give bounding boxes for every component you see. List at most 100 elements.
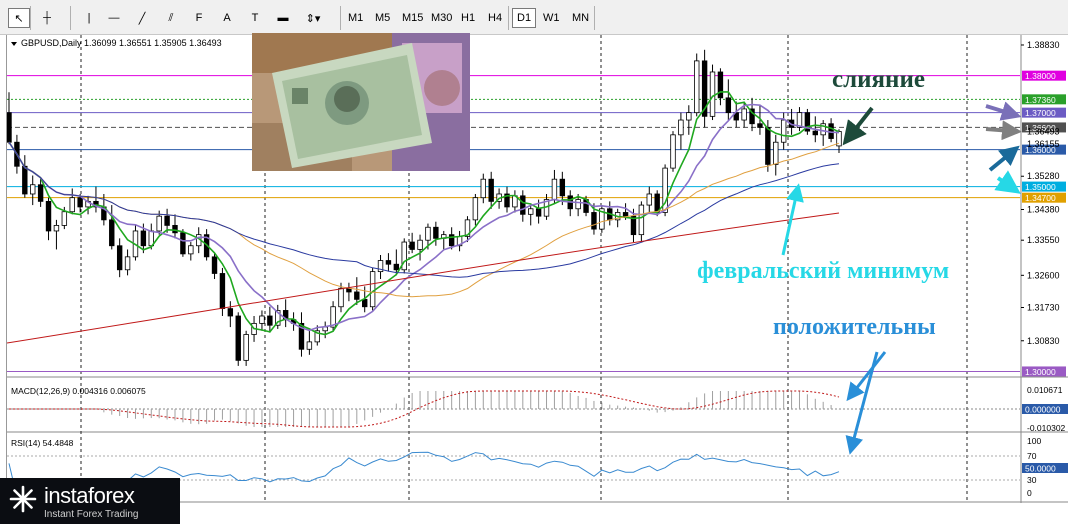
rsi-y-label: 30	[1027, 475, 1037, 485]
candle-bear	[235, 315, 241, 361]
level-price-label: 1.35000	[1025, 182, 1056, 192]
text-label-icon[interactable]: T	[244, 8, 266, 28]
symbol-dropdown-icon	[11, 42, 17, 46]
timeframe-mn[interactable]: MN	[568, 8, 593, 28]
channel-icon[interactable]: ⫽	[160, 8, 182, 28]
candle-bear	[433, 226, 439, 239]
candle-bear	[362, 298, 368, 308]
level-price-label: 1.37000	[1025, 108, 1056, 118]
candle-bear	[535, 208, 542, 217]
candle-bull	[30, 184, 36, 195]
rsi-y-label: 70	[1027, 451, 1037, 461]
candle-bear	[227, 308, 234, 317]
candle-bear	[140, 230, 147, 247]
candle-bull	[417, 239, 423, 250]
timeframe-h4[interactable]: H4	[484, 8, 506, 28]
candle-bull	[741, 108, 747, 121]
rectangle-icon[interactable]: ▬	[272, 8, 294, 28]
rsi-y-label: 0	[1027, 488, 1032, 498]
toolbar-separator	[70, 6, 71, 30]
rsi-y-label: 100	[1027, 436, 1041, 446]
candle-bear	[812, 130, 818, 136]
candle-bull	[124, 256, 131, 271]
brand-name: instaforex	[44, 483, 135, 508]
crosshair-icon[interactable]: ┼	[36, 8, 58, 28]
instaforex-mark-icon	[9, 485, 37, 513]
trendline-icon[interactable]: ╱	[131, 8, 153, 28]
candle-bear	[219, 273, 226, 310]
toolbar-separator	[340, 6, 341, 30]
annotation-positive: положительны	[773, 314, 936, 340]
macd-y-label: 0.000000	[1025, 405, 1061, 415]
level-price-label: 1.38000	[1025, 71, 1056, 81]
vertical-line-icon[interactable]: |	[78, 8, 100, 28]
timeframe-h1[interactable]: H1	[457, 8, 479, 28]
candle-bear	[6, 112, 12, 143]
timeframe-m30[interactable]: M30	[427, 8, 456, 28]
candle-bull	[780, 119, 787, 143]
brand-tagline: Instant Forex Trading	[44, 509, 139, 520]
candle-bear	[622, 212, 629, 217]
candle-bear	[488, 178, 494, 202]
timeframe-m5[interactable]: M5	[371, 8, 394, 28]
candle-bear	[211, 256, 218, 274]
toolbar-separator	[30, 6, 31, 30]
instaforex-logo: instaforex Instant Forex Trading	[0, 478, 180, 524]
candle-bull	[709, 71, 716, 117]
candle-bull	[369, 271, 376, 308]
y-tick-label: 1.34380	[1027, 205, 1060, 215]
rsi-label: RSI(14) 54.4848	[11, 438, 74, 448]
candle-bull	[773, 141, 779, 165]
candle-bull	[694, 60, 700, 114]
candle-bear	[172, 225, 178, 234]
candle-bull	[646, 193, 652, 206]
macd-y-label: 0.010671	[1027, 385, 1063, 395]
candle-bull	[678, 119, 684, 136]
candle-bull	[156, 215, 162, 232]
arrows-menu-icon[interactable]: ⇕▾	[302, 8, 324, 28]
horizontal-line-icon[interactable]: —	[103, 8, 125, 28]
cursor-icon[interactable]: ↖	[8, 8, 30, 28]
timeframe-d1[interactable]: D1	[512, 8, 537, 28]
symbol-header: GBPUSD,Daily 1.36099 1.36551 1.35905 1.3…	[21, 38, 222, 48]
candle-bear	[109, 219, 115, 247]
macd-y-label: -0.010302	[1027, 423, 1066, 433]
candle-bear	[717, 71, 724, 99]
candle-bear	[591, 212, 597, 230]
timeframe-m1[interactable]: M1	[344, 8, 367, 28]
banknotes-photo	[252, 33, 470, 171]
timeframe-m15[interactable]: M15	[398, 8, 427, 28]
candle-bull	[243, 334, 249, 361]
fibonacci-icon[interactable]: F	[188, 8, 210, 28]
candle-bull	[551, 178, 558, 200]
timeframe-w1[interactable]: W1	[539, 8, 564, 28]
candle-bear	[22, 165, 28, 195]
candle-bull	[686, 112, 692, 121]
text-tool-icon[interactable]: A	[216, 8, 238, 28]
candle-bull	[480, 178, 486, 199]
candle-bear	[354, 291, 360, 300]
candle-bull	[259, 315, 265, 324]
candle-bear	[725, 97, 732, 114]
candle-bull	[61, 211, 68, 226]
candle-bear	[385, 260, 392, 265]
candle-bull	[528, 208, 534, 215]
candle-bear	[765, 127, 771, 165]
candle-bull	[575, 199, 581, 210]
candle-bear	[757, 123, 763, 128]
level-price-label: 1.30000	[1025, 367, 1056, 377]
candle-bull	[69, 197, 75, 213]
candle-bear	[37, 184, 44, 202]
candle-bear	[77, 197, 83, 208]
candle-bull	[338, 287, 344, 308]
candle-bull	[472, 197, 479, 221]
level-price-label: 1.37360	[1025, 95, 1056, 105]
candle-bull	[670, 134, 676, 169]
candle-bear	[559, 178, 566, 197]
rsi-y-label: 50.0000	[1025, 464, 1056, 474]
bid-price-label: 1.36155	[1027, 139, 1060, 149]
toolbar-separator	[594, 6, 595, 30]
candle-bull	[306, 341, 313, 350]
candle-bull	[638, 204, 645, 236]
level-price-label: 1.34700	[1025, 193, 1056, 203]
